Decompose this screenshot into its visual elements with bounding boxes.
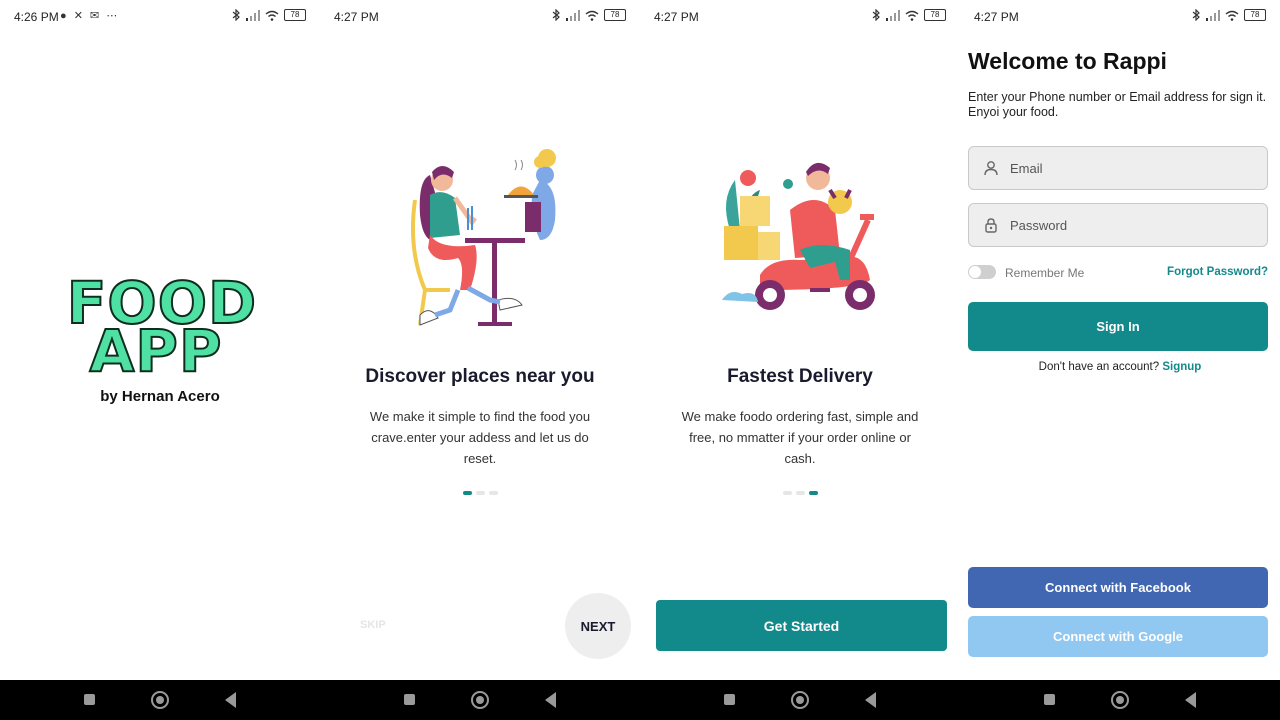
signal-icon [246,9,260,21]
onboarding-title: Discover places near you [365,366,595,387]
status-bar: 4:27 PM 78 [320,0,640,32]
sign-in-button[interactable]: Sign In [968,302,1268,351]
status-icons: 78 [872,9,946,21]
status-time: 4:27 PM [654,10,699,24]
battery-icon: 78 [604,9,626,21]
page-dot-1 [782,491,792,495]
recents-square-icon[interactable] [404,694,415,705]
page-dot-3 [808,491,818,495]
status-time: 4:26 PM [14,10,59,24]
remember-row: Remember Me Forgot Password? [968,264,1268,282]
bluetooth-icon [872,9,880,21]
logo-app-text: APP [89,317,223,385]
status-icons: 78 [1192,9,1266,21]
page-subtitle: Enter your Phone number or Email address… [968,90,1267,119]
page-title: Welcome to Rappi [968,48,1167,74]
back-triangle-icon[interactable] [1185,692,1196,708]
account-prompt-text: Don't have an account? [1038,361,1160,373]
wifi-icon [585,10,599,21]
notification-icons: ● ✕ ✉ ⋯ [60,10,120,22]
person-icon [982,159,1000,177]
byline: by Hernan Acero [100,388,220,405]
page-indicator [320,491,640,495]
connect-google-button[interactable]: Connect with Google [968,616,1268,657]
password-field[interactable]: Password [968,203,1268,247]
onboarding-title: Fastest Delivery [727,366,873,387]
status-bar: 4:27 PM 78 [640,0,960,32]
battery-icon: 78 [1244,9,1266,21]
navigation-bar [0,680,320,720]
skip-button[interactable]: SKIP [360,619,386,631]
home-circle-icon[interactable] [471,691,489,709]
battery-icon: 78 [284,9,306,21]
status-bar: 4:27 PM 78 [960,0,1280,32]
woman-dining-illustration [410,149,556,326]
password-placeholder: Password [1010,217,1068,233]
page-dot-2 [795,491,805,495]
home-circle-icon[interactable] [151,691,169,709]
home-circle-icon[interactable] [1111,691,1129,709]
remember-me-label: Remember Me [1005,266,1085,280]
signup-link[interactable]: Signup [1162,361,1201,373]
onboarding-discover-screen: 4:27 PM 78 Discover places near you We m… [320,0,640,720]
wifi-icon [1225,10,1239,21]
recents-square-icon[interactable] [724,694,735,705]
forgot-password-link[interactable]: Forgot Password? [1167,266,1268,278]
remember-me-toggle[interactable] [968,265,996,279]
navigation-bar [960,680,1280,720]
get-started-button[interactable]: Get Started [656,600,947,651]
connect-facebook-button[interactable]: Connect with Facebook [968,567,1268,608]
status-icons: 78 [232,9,306,21]
next-button[interactable]: NEXT [565,593,631,659]
back-triangle-icon[interactable] [225,692,236,708]
home-circle-icon[interactable] [791,691,809,709]
recents-square-icon[interactable] [1044,694,1055,705]
bluetooth-icon [232,9,240,21]
signal-icon [1206,9,1220,21]
back-triangle-icon[interactable] [545,692,556,708]
page-indicator [640,491,960,495]
onboarding-delivery-screen: 4:27 PM 78 Fastest Delivery We make food… [640,0,960,720]
signal-icon [886,9,900,21]
splash-screen: 4:26 PM ● ✕ ✉ ⋯ 78 FOOD APP by Hernan Ac… [0,0,320,720]
battery-icon: 78 [924,9,946,21]
lock-icon [982,216,1000,234]
page-dot-2 [475,491,485,495]
page-dot-1 [462,491,472,495]
wifi-icon [905,10,919,21]
email-field[interactable]: Email [968,146,1268,190]
back-triangle-icon[interactable] [865,692,876,708]
login-screen: 4:27 PM 78 Welcome to Rappi Enter your P… [960,0,1280,720]
signup-prompt: Don't have an account? Signup [960,361,1280,373]
wifi-icon [265,10,279,21]
scooter-delivery-illustration [722,162,875,310]
page-dot-3 [488,491,498,495]
navigation-bar [640,680,960,720]
status-time: 4:27 PM [334,10,379,24]
navigation-bar [320,680,640,720]
signal-icon [566,9,580,21]
status-bar: 4:26 PM ● ✕ ✉ ⋯ 78 [0,0,320,32]
bluetooth-icon [552,9,560,21]
onboarding-description: We make foodo ordering fast, simple and … [681,409,919,466]
status-time: 4:27 PM [974,10,1019,24]
recents-square-icon[interactable] [84,694,95,705]
onboarding-description: We make it simple to find the food you c… [369,409,591,466]
email-placeholder: Email [1010,160,1043,176]
bluetooth-icon [1192,9,1200,21]
status-icons: 78 [552,9,626,21]
